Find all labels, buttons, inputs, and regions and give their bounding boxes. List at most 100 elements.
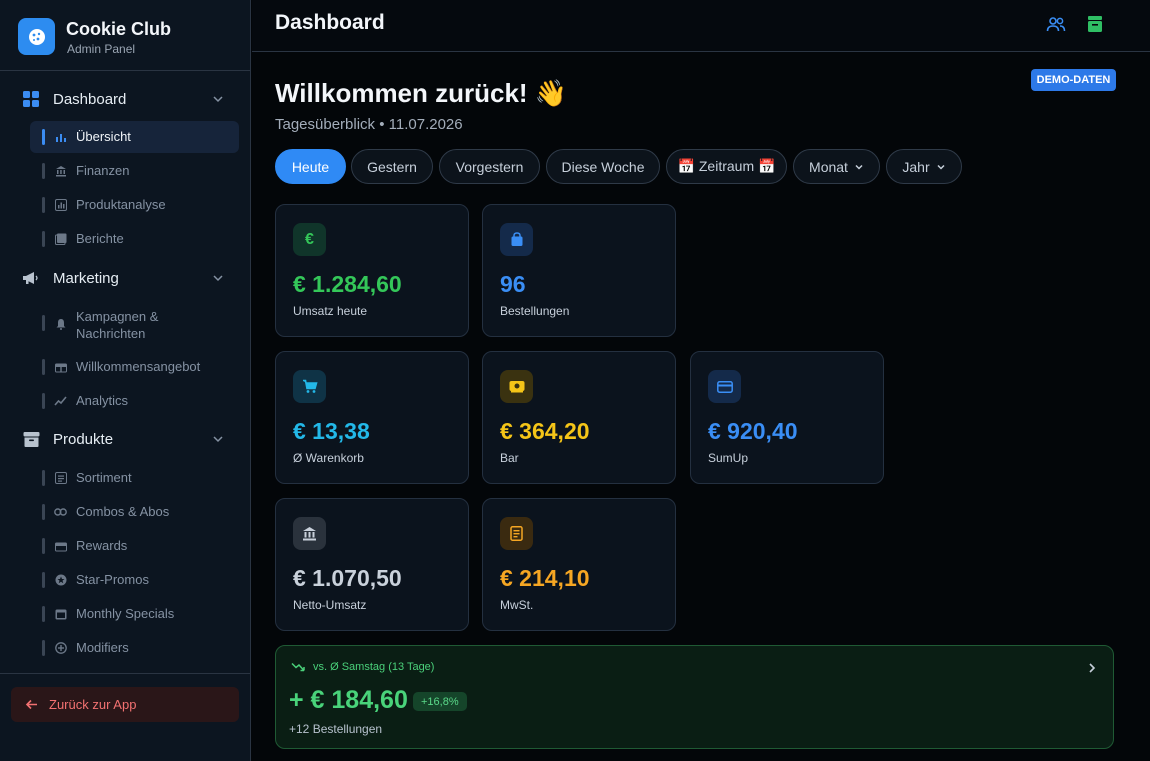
- filter-date-range-button[interactable]: 📅 Zeitraum 📅: [666, 149, 787, 184]
- cookie-logo-icon: [18, 18, 55, 55]
- sidebar-group-label: Dashboard: [53, 90, 127, 108]
- sidebar-item-label: Monthly Specials: [76, 606, 175, 621]
- cart-icon: [293, 370, 326, 403]
- welcome-heading: Willkommen zurück! 👋: [275, 78, 568, 108]
- day-overview-date: Tagesüberblick • 11.07.2026: [275, 116, 463, 133]
- sidebar-group-dashboard[interactable]: Dashboard: [0, 84, 251, 114]
- users-icon[interactable]: [1046, 14, 1066, 34]
- report-icon: [54, 232, 67, 245]
- trend-down-icon: [291, 662, 305, 672]
- back-to-app-button[interactable]: Zurück zur App: [11, 687, 239, 722]
- kpi-card-revenue[interactable]: € € 1.284,60 Umsatz heute: [275, 204, 469, 337]
- filter-month-dropdown[interactable]: Monat: [793, 149, 880, 184]
- grid-icon: [22, 90, 40, 108]
- kpi-label: Ø Warenkorb: [293, 451, 364, 465]
- sidebar-item-rewards[interactable]: Rewards: [30, 530, 239, 562]
- back-to-app-label: Zurück zur App: [49, 697, 137, 712]
- chevron-down-icon[interactable]: [212, 272, 224, 284]
- bar-chart-icon: [54, 130, 67, 143]
- comparison-orders: +12 Bestellungen: [289, 722, 383, 736]
- sidebar-item-modifiers[interactable]: Modifiers: [30, 632, 239, 664]
- filter-year-dropdown[interactable]: Jahr: [886, 149, 962, 184]
- sidebar-item-label: Combos & Abos: [76, 504, 170, 519]
- link-icon: [54, 505, 67, 518]
- cash-icon: [500, 370, 533, 403]
- kpi-value: € 214,10: [500, 565, 590, 591]
- kpi-card-avg-cart[interactable]: € 13,38 Ø Warenkorb: [275, 351, 469, 484]
- kpi-value: € 1.284,60: [293, 271, 402, 297]
- kpi-value: € 1.070,50: [293, 565, 402, 591]
- megaphone-icon: [22, 269, 40, 287]
- chevron-down-icon[interactable]: [212, 433, 224, 445]
- gift-icon: [54, 360, 67, 373]
- sidebar-item-label: Übersicht: [76, 129, 131, 144]
- arrow-left-icon: [25, 699, 37, 710]
- bank-icon: [293, 517, 326, 550]
- sidebar-group-marketing[interactable]: Marketing: [0, 263, 251, 293]
- kpi-card-net-revenue[interactable]: € 1.070,50 Netto-Umsatz: [275, 498, 469, 631]
- sidebar-item-label: Modifiers: [76, 640, 129, 655]
- store-icon[interactable]: [1085, 14, 1105, 34]
- kpi-label: Netto-Umsatz: [293, 598, 367, 612]
- kpi-label: Bar: [500, 451, 519, 465]
- sidebar-item-label: Willkommensangebot: [76, 359, 201, 374]
- kpi-card-sumup[interactable]: € 920,40 SumUp: [690, 351, 884, 484]
- comparison-card[interactable]: vs. Ø Samstag (13 Tage) + € 184,60 +16,8…: [275, 645, 1114, 749]
- filter-today-button[interactable]: Heute: [275, 149, 346, 184]
- plus-circle-icon: [54, 641, 67, 654]
- kpi-label: SumUp: [708, 451, 749, 465]
- sidebar-item-analytics[interactable]: Analytics: [30, 385, 239, 417]
- gift-box-icon: [54, 539, 67, 552]
- kpi-label: MwSt.: [500, 598, 534, 612]
- comparison-label: vs. Ø Samstag (13 Tage): [313, 661, 435, 673]
- kpi-card-orders[interactable]: 96 Bestellungen: [482, 204, 676, 337]
- chevron-down-icon: [937, 164, 945, 170]
- kpi-value: 96: [500, 271, 526, 297]
- comparison-percent-badge: +16,8%: [413, 692, 467, 711]
- sidebar-item-label: Kampagnen & Nachrichten: [76, 309, 159, 341]
- analytics-icon: [54, 198, 67, 211]
- kpi-label: Bestellungen: [500, 304, 570, 318]
- filter-yesterday-button[interactable]: Gestern: [351, 149, 433, 184]
- calendar-icon: [54, 607, 67, 620]
- sidebar-item-label: Sortiment: [76, 470, 132, 485]
- kpi-value: € 364,20: [500, 418, 590, 444]
- sidebar-item-label: Produktanalyse: [76, 197, 166, 212]
- sidebar-item-finanzen[interactable]: Finanzen: [30, 155, 239, 187]
- shopping-bag-icon: [500, 223, 533, 256]
- sidebar-item-monthly-specials[interactable]: Monthly Specials: [30, 598, 239, 630]
- comparison-value: + € 184,60: [289, 686, 408, 714]
- demo-data-badge: DEMO-DATEN: [1031, 69, 1116, 91]
- receipt-icon: [500, 517, 533, 550]
- sidebar-item-produktanalyse[interactable]: Produktanalyse: [30, 189, 239, 221]
- brand-header: Cookie Club Admin Panel: [0, 0, 250, 71]
- sidebar-item-label: Finanzen: [76, 163, 130, 178]
- chevron-right-icon[interactable]: [1086, 662, 1098, 674]
- kpi-card-vat[interactable]: € 214,10 MwSt.: [482, 498, 676, 631]
- sidebar-item-uebersicht[interactable]: Übersicht: [30, 121, 239, 153]
- bank-icon: [54, 164, 67, 177]
- chevron-down-icon: [855, 164, 863, 170]
- filter-day-before-button[interactable]: Vorgestern: [439, 149, 540, 184]
- page-title: Dashboard: [275, 11, 385, 34]
- sidebar-item-berichte[interactable]: Berichte: [30, 223, 239, 255]
- chevron-down-icon[interactable]: [212, 93, 224, 105]
- archive-icon: [22, 430, 40, 448]
- sidebar-group-produkte[interactable]: Produkte: [0, 424, 251, 454]
- credit-card-icon: [708, 370, 741, 403]
- sidebar-item-willkommensangebot[interactable]: Willkommensangebot: [30, 351, 239, 383]
- kpi-label: Umsatz heute: [293, 304, 368, 318]
- topbar: Dashboard: [252, 0, 1150, 52]
- kpi-value: € 920,40: [708, 418, 798, 444]
- kpi-card-cash[interactable]: € 364,20 Bar: [482, 351, 676, 484]
- sidebar-item-label: Berichte: [76, 231, 124, 246]
- sidebar: Cookie Club Admin Panel Dashboard Übersi…: [0, 0, 251, 761]
- sidebar-item-combos[interactable]: Combos & Abos: [30, 496, 239, 528]
- sidebar-item-kampagnen[interactable]: Kampagnen & Nachrichten: [30, 303, 239, 347]
- sidebar-group-label: Produkte: [53, 430, 114, 448]
- kpi-value: € 13,38: [293, 418, 370, 444]
- filter-this-week-button[interactable]: Diese Woche: [546, 149, 660, 184]
- sidebar-item-sortiment[interactable]: Sortiment: [30, 462, 239, 494]
- sidebar-footer: Zurück zur App: [0, 673, 251, 761]
- sidebar-item-star-promos[interactable]: Star-Promos: [30, 564, 239, 596]
